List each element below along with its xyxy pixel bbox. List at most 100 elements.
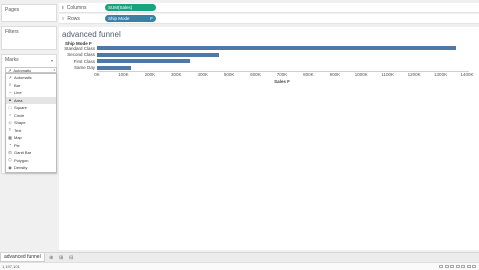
mark-type-option-label: Line bbox=[14, 90, 22, 96]
x-tick-label: 1400K bbox=[460, 72, 474, 77]
auto-icon: ↗ bbox=[8, 67, 12, 73]
mark-type-option-label: Shape bbox=[14, 120, 26, 126]
row-label[interactable]: Same Day bbox=[63, 65, 95, 70]
status-bar-controls bbox=[438, 265, 479, 268]
new-dashboard-icon[interactable]: ⊞ bbox=[58, 254, 65, 261]
mark-type-option[interactable]: ▦ Map bbox=[6, 134, 56, 142]
x-tick-label: 1000K bbox=[354, 72, 368, 77]
ship-mode-pill-label: Ship Mode bbox=[108, 16, 130, 21]
x-tick-label: 800K bbox=[303, 72, 314, 77]
show-tabs-icon[interactable] bbox=[461, 265, 465, 268]
last-page-icon[interactable] bbox=[455, 265, 460, 268]
mark-type-option-label: Gantt Bar bbox=[14, 150, 32, 156]
marks-title: Marks bbox=[5, 57, 19, 63]
circle-icon: ○ bbox=[8, 112, 12, 118]
sum-sales-pill[interactable]: SUM(Sales) bbox=[105, 4, 156, 11]
bar-icon: ≡ bbox=[8, 82, 12, 88]
x-tick-label: 1300K bbox=[434, 72, 448, 77]
mark-type-option[interactable]: ▲ Area bbox=[6, 96, 56, 104]
x-tick-label: 900K bbox=[329, 72, 341, 77]
new-worksheet-icon[interactable]: ⊕ bbox=[48, 254, 55, 261]
rows-icon: ≡ bbox=[62, 16, 65, 21]
rows-shelf[interactable]: ≡ Rows Ship Mode F bbox=[59, 14, 479, 24]
mark-type-option[interactable]: ⬠ Polygon bbox=[6, 157, 56, 165]
auto-icon: ↗ bbox=[8, 74, 12, 80]
mark-type-option[interactable]: ≡ Bar bbox=[6, 82, 56, 90]
status-bar: 1,197,101 bbox=[0, 262, 479, 270]
row-label[interactable]: First Class bbox=[63, 59, 95, 64]
rows-label: Rows bbox=[67, 15, 80, 22]
mark-type-option-label: Area bbox=[14, 97, 23, 103]
filmstrip-icon[interactable] bbox=[466, 265, 471, 268]
map-icon: ▦ bbox=[8, 134, 12, 140]
mark-type-option-label: Map bbox=[14, 135, 22, 141]
mark-type-option[interactable]: ∼ Line bbox=[6, 89, 56, 97]
sheet-tab-advanced-funnel[interactable]: advanced funnel bbox=[0, 253, 45, 262]
marks-header: Marks ▾ bbox=[2, 55, 56, 65]
row-label[interactable]: Standard Class bbox=[63, 46, 95, 51]
pie-icon: ◔ bbox=[8, 142, 12, 148]
columns-icon: ⦀ bbox=[62, 5, 64, 10]
pages-card[interactable]: Pages bbox=[1, 4, 57, 22]
mark-type-option[interactable]: ◇ Shape bbox=[6, 119, 56, 127]
x-tick-label: 600K bbox=[250, 72, 261, 77]
polygon-icon: ⬠ bbox=[8, 157, 12, 163]
x-tick-label: 300K bbox=[171, 72, 182, 77]
columns-shelf-label: ⦀ Columns bbox=[59, 5, 105, 11]
x-tick-label: 200K bbox=[144, 72, 156, 77]
square-icon: □ bbox=[8, 104, 12, 110]
sheet-sorter-icon[interactable] bbox=[472, 265, 476, 268]
mark-type-option[interactable]: ⊟ Gantt Bar bbox=[6, 149, 56, 157]
first-page-icon[interactable] bbox=[439, 265, 443, 268]
mark-type-option-label: Pie bbox=[14, 142, 20, 148]
prev-page-icon[interactable] bbox=[444, 265, 449, 268]
bar-mark[interactable] bbox=[97, 52, 219, 57]
mark-type-option[interactable]: □ Square bbox=[6, 104, 56, 112]
row-label[interactable]: Second Class bbox=[63, 52, 95, 57]
x-axis-title-label: Sales bbox=[274, 79, 286, 84]
mark-type-option-label: Circle bbox=[14, 112, 25, 118]
bar-mark[interactable] bbox=[97, 46, 456, 50]
bar-mark[interactable] bbox=[97, 59, 191, 63]
viz-area: advanced funnel Ship Mode F Sales F Stan… bbox=[59, 27, 479, 250]
mark-type-option[interactable]: ↗ Automatic bbox=[6, 74, 56, 82]
filters-card[interactable]: Filters bbox=[1, 26, 57, 50]
mark-type-option-label: Polygon bbox=[14, 157, 29, 163]
x-tick-label: 400K bbox=[197, 72, 208, 77]
mark-type-option-label: Square bbox=[14, 105, 27, 111]
new-story-icon[interactable]: ⊟ bbox=[68, 254, 75, 261]
x-tick-label: 700K bbox=[276, 72, 288, 77]
ship-mode-pill[interactable]: Ship Mode F bbox=[105, 15, 156, 22]
text-icon: T bbox=[8, 127, 12, 133]
bar-mark[interactable] bbox=[97, 65, 131, 70]
tableau-workspace: Pages Filters Marks ▾ ↗ Automatic ▾ ↗ Aut… bbox=[0, 0, 479, 270]
status-text: 1,197,101 bbox=[2, 264, 20, 269]
mark-type-option-label: Text bbox=[14, 127, 22, 133]
mark-type-option[interactable]: ◉ Density bbox=[6, 164, 56, 172]
sheet-tab-label: advanced funnel bbox=[4, 254, 41, 260]
sheet-tab-bar: advanced funnel ⊕ ⊞ ⊟ bbox=[0, 252, 479, 262]
x-tick-label: 0K bbox=[94, 72, 100, 77]
chevron-down-icon[interactable]: ▾ bbox=[51, 58, 53, 63]
filter-icon: F bbox=[150, 16, 153, 21]
next-page-icon[interactable] bbox=[450, 265, 454, 268]
mark-type-option-label: Density bbox=[14, 165, 28, 171]
gantt-bar-icon: ⊟ bbox=[8, 149, 12, 155]
columns-label: Columns bbox=[66, 4, 87, 11]
filter-icon: F bbox=[287, 79, 290, 84]
columns-shelf[interactable]: ⦀ Columns SUM(Sales) bbox=[59, 3, 479, 13]
x-tick-label: 500K bbox=[223, 72, 235, 77]
x-axis-title[interactable]: Sales F bbox=[274, 79, 290, 84]
shape-icon: ◇ bbox=[8, 119, 12, 125]
pages-title: Pages bbox=[5, 7, 20, 13]
sheet-title: advanced funnel bbox=[62, 30, 121, 39]
marks-card: Marks ▾ ↗ Automatic ▾ ↗ Automatic ≡ Bar ∼ Lin… bbox=[1, 54, 57, 174]
rows-shelf-label: ≡ Rows bbox=[59, 16, 105, 22]
x-tick-label: 1100K bbox=[381, 72, 395, 77]
mark-type-option[interactable]: ◔ Pie bbox=[6, 142, 56, 150]
mark-type-option[interactable]: ○ Circle bbox=[6, 112, 56, 120]
mark-type-option[interactable]: T Text bbox=[6, 127, 56, 135]
x-tick-label: 1200K bbox=[407, 72, 421, 77]
sum-sales-pill-label: SUM(Sales) bbox=[108, 5, 133, 10]
mark-type-selected: Automatic bbox=[13, 67, 32, 73]
